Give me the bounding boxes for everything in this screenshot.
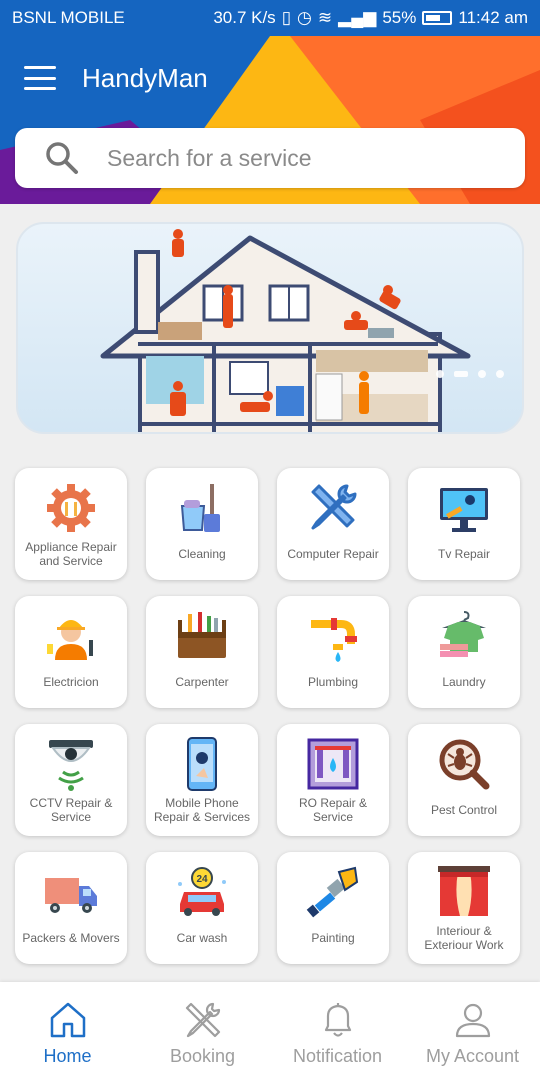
service-tile-pest-control[interactable]: Pest Control [408, 724, 520, 836]
service-tile-plumbing[interactable]: Plumbing [277, 596, 389, 708]
bell-icon [324, 1003, 351, 1037]
battery-icon [422, 11, 453, 25]
carousel-dots [436, 370, 504, 378]
service-label: Packers & Movers [22, 931, 120, 945]
tools-icon [185, 1002, 220, 1038]
carrier-label: BSNL MOBILE [12, 8, 125, 27]
service-label: Interiour & Exteriour Work [424, 924, 504, 952]
nav-label-home: Home [43, 1046, 92, 1066]
service-tile-tv-repair[interactable]: Tv Repair [408, 468, 520, 580]
service-label: Tv Repair [437, 547, 490, 561]
cctv-camera-icon [49, 740, 93, 791]
service-label: Mobile Phone Repair & Services [153, 796, 251, 824]
pipe-icon [311, 618, 357, 662]
service-label: Laundry [442, 675, 486, 689]
home-icon [50, 1002, 85, 1038]
header: BSNL MOBILE 30.7 K/s ▯ ◷ ≋ ▂▄▆ 55% 11:42… [0, 0, 540, 204]
bottom-navigation: Home Booking Notification My Account [0, 982, 540, 1080]
nav-my-account[interactable]: My Account [405, 982, 540, 1080]
shirt-hanger-icon [440, 611, 486, 657]
bucket-mop-icon [180, 484, 220, 532]
promo-banner[interactable] [16, 222, 524, 434]
carousel-dot[interactable] [496, 370, 504, 378]
app-bar: HandyMan [0, 50, 540, 106]
service-tile-painting[interactable]: Painting [277, 852, 389, 964]
service-tile-cleaning[interactable]: Cleaning [146, 468, 258, 580]
carousel-dot[interactable] [436, 370, 444, 378]
service-label: Carpenter [175, 675, 229, 689]
service-label: Computer Repair [287, 547, 379, 561]
service-label: RO Repair & Service [298, 796, 368, 824]
nav-label-booking: Booking [169, 1046, 236, 1066]
service-tile-car-wash[interactable]: 24 Car wash [146, 852, 258, 964]
electrician-icon [47, 620, 93, 660]
menu-icon[interactable] [24, 66, 56, 90]
curtain-icon [438, 866, 490, 916]
service-tile-carpenter[interactable]: Carpenter [146, 596, 258, 708]
wifi-icon: ≋ [317, 8, 333, 27]
service-tile-electrician[interactable]: Electricion [15, 596, 127, 708]
water-filter-icon [307, 738, 359, 790]
gear-wrench-icon [47, 484, 95, 532]
alarm-icon: ◷ [297, 8, 312, 27]
network-speed: 30.7 K/s [213, 8, 276, 27]
service-tile-appliance-repair[interactable]: Appliance Repair and Service [15, 468, 127, 580]
service-tile-ro-repair[interactable]: RO Repair & Service [277, 724, 389, 836]
nav-home[interactable]: Home [0, 982, 135, 1080]
service-tile-laundry[interactable]: Laundry [408, 596, 520, 708]
bug-magnifier-icon [439, 739, 490, 790]
nav-notification[interactable]: Notification [270, 982, 405, 1080]
truck-icon [45, 878, 97, 913]
toolbox-icon [178, 612, 226, 658]
clock: 11:42 am [458, 8, 528, 27]
nav-label-notification: Notification [292, 1046, 383, 1066]
service-tile-mobile-repair[interactable]: Mobile Phone Repair & Services [146, 724, 258, 836]
phone-icon [187, 737, 217, 791]
car-icon: 24 [178, 867, 226, 916]
svg-text:24: 24 [196, 874, 208, 885]
search-bar[interactable] [15, 128, 525, 188]
carousel-dot[interactable] [478, 370, 486, 378]
nav-label-my-account: My Account [425, 1046, 520, 1066]
service-label: Electricion [43, 675, 99, 689]
status-bar: BSNL MOBILE 30.7 K/s ▯ ◷ ≋ ▂▄▆ 55% 11:42… [0, 0, 540, 36]
service-label: Plumbing [307, 675, 359, 689]
monitor-icon [440, 488, 488, 532]
crossed-tools-icon [311, 484, 357, 530]
service-tile-interior-exterior[interactable]: Interiour & Exteriour Work [408, 852, 520, 964]
signal-icon: ▂▄▆ [338, 8, 377, 27]
service-tile-cctv-repair[interactable]: CCTV Repair & Service [15, 724, 127, 836]
service-tile-packers-movers[interactable]: Packers & Movers [15, 852, 127, 964]
service-label: Cleaning [178, 547, 226, 561]
service-label: Pest Control [430, 803, 498, 817]
service-tile-computer-repair[interactable]: Computer Repair [277, 468, 389, 580]
service-label: CCTV Repair & Service [29, 796, 113, 824]
user-icon [455, 1003, 490, 1038]
service-label: Painting [311, 931, 355, 945]
app-title: HandyMan [82, 62, 208, 93]
vibrate-icon: ▯ [281, 8, 292, 27]
paint-brush-icon [306, 866, 359, 918]
service-label: Car wash [176, 931, 228, 945]
service-label: Appliance Repair and Service [25, 540, 117, 568]
nav-booking[interactable]: Booking [135, 982, 270, 1080]
services-grid: Appliance Repair and Service Cleaning Co… [15, 468, 525, 964]
search-icon [46, 142, 78, 174]
status-right: 30.7 K/s ▯ ◷ ≋ ▂▄▆ 55% 11:42 am [213, 8, 528, 28]
house-illustration [100, 229, 471, 432]
search-input[interactable] [107, 144, 487, 172]
battery-percent: 55% [382, 8, 417, 27]
carousel-dot-active[interactable] [454, 371, 468, 377]
